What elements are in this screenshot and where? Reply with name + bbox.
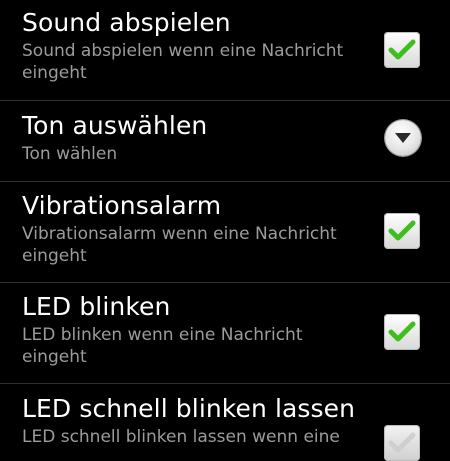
setting-sound-play[interactable]: Sound abspielen Sound abspielen wenn ein…: [0, 8, 450, 84]
setting-led-fast-blink[interactable]: LED schnell blinken lassen LED schnell b…: [0, 394, 450, 448]
checkmark-icon: [388, 321, 416, 342]
setting-title: LED blinken: [22, 292, 171, 321]
sound-play-checkbox[interactable]: [384, 32, 420, 68]
led-fast-blink-checkbox[interactable]: [384, 425, 420, 461]
checkmark-icon: [388, 220, 416, 241]
setting-vibration[interactable]: Vibrationsalarm Vibrationsalarm wenn ein…: [0, 191, 450, 267]
divider: [0, 100, 450, 101]
setting-summary: LED blinken wenn eine Nachricht eingeht: [22, 325, 303, 367]
divider: [0, 383, 450, 384]
setting-led-blink[interactable]: LED blinken LED blinken wenn eine Nachri…: [0, 292, 450, 368]
chevron-down-icon: [395, 133, 411, 143]
divider: [0, 181, 450, 182]
checkmark-icon: [388, 432, 416, 453]
led-blink-checkbox[interactable]: [384, 314, 420, 350]
setting-summary: Sound abspielen wenn eine Nachricht eing…: [22, 41, 344, 83]
setting-title: LED schnell blinken lassen: [22, 394, 356, 423]
setting-summary: LED schnell blinken lassen wenn eine: [22, 427, 340, 447]
sound-select-dropdown[interactable]: [385, 120, 421, 156]
divider: [0, 282, 450, 283]
setting-summary: Vibrationsalarm wenn eine Nachricht eing…: [22, 224, 337, 266]
vibration-checkbox[interactable]: [384, 213, 420, 249]
setting-summary: Ton wählen: [22, 144, 118, 164]
setting-title: Vibrationsalarm: [22, 191, 222, 220]
setting-title: Ton auswählen: [22, 111, 208, 140]
checkmark-icon: [388, 39, 416, 60]
setting-title: Sound abspielen: [22, 8, 231, 37]
setting-sound-select[interactable]: Ton auswählen Ton wählen: [0, 111, 450, 165]
